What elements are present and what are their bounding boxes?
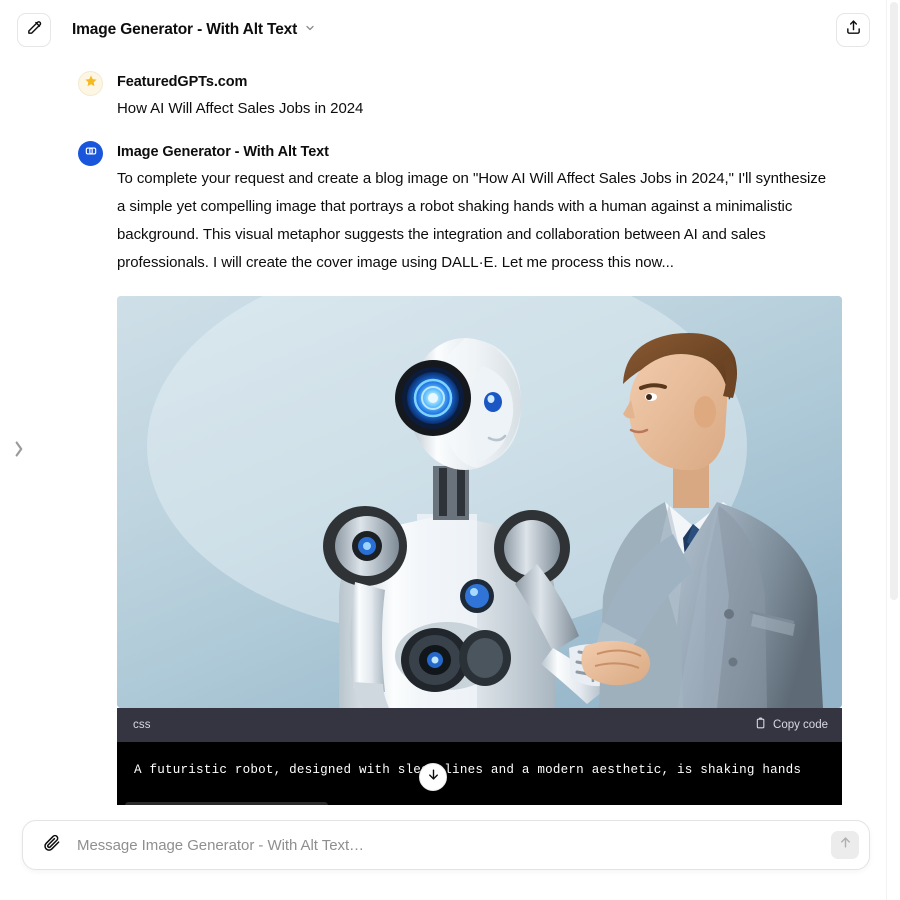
message-input[interactable] [77, 836, 831, 854]
code-language-label: css [133, 719, 151, 731]
app-header: Image Generator - With Alt Text [0, 0, 886, 60]
message-author: Image Generator - With Alt Text [117, 144, 329, 160]
paperclip-icon [42, 833, 61, 857]
gpt-aperture-icon [84, 144, 98, 163]
message-author: FeaturedGPTs.com [117, 74, 248, 90]
message-text: To complete your request and create a bl… [117, 170, 827, 271]
star-icon [84, 74, 98, 93]
avatar [78, 141, 103, 166]
share-button[interactable] [836, 13, 870, 47]
generated-image-artwork [117, 296, 842, 708]
code-block-body[interactable]: A futuristic robot, designed with sleek … [117, 742, 842, 805]
chat-app: Image Generator - With Alt Text Featured… [0, 0, 900, 900]
message-body: FeaturedGPTs.com How AI Will Affect Sale… [117, 70, 838, 122]
code-content: A futuristic robot, designed with sleek … [134, 763, 802, 777]
scroll-to-bottom-button[interactable] [419, 763, 447, 791]
code-block: css Copy code A futuristic robot, design… [117, 708, 842, 805]
code-block-header: css Copy code [117, 708, 842, 742]
chat-title-dropdown[interactable]: Image Generator - With Alt Text [72, 21, 316, 39]
message-user: FeaturedGPTs.com How AI Will Affect Sale… [78, 70, 838, 122]
new-chat-button[interactable] [17, 13, 51, 47]
generated-image[interactable] [117, 296, 842, 708]
sidebar-expand-button[interactable] [8, 436, 28, 466]
compose-pencil-icon [26, 19, 43, 41]
page-title: Image Generator - With Alt Text [72, 21, 298, 38]
copy-code-button[interactable]: Copy code [753, 717, 828, 733]
copy-code-label: Copy code [773, 719, 828, 731]
avatar [78, 71, 103, 96]
arrow-down-icon [426, 767, 441, 787]
attach-file-button[interactable] [37, 831, 65, 859]
send-button[interactable] [831, 831, 859, 859]
page-scrollbar-thumb[interactable] [890, 2, 898, 600]
arrow-up-icon [838, 835, 853, 855]
message-assistant: Image Generator - With Alt Text To compl… [78, 140, 842, 805]
message-text: How AI Will Affect Sales Jobs in 2024 [117, 100, 364, 117]
message-body: Image Generator - With Alt Text To compl… [117, 140, 842, 805]
composer-area: J&D workspace chats aren't used to train… [0, 805, 886, 900]
share-upload-icon [845, 19, 862, 41]
composer [22, 820, 870, 870]
conversation-scroll-area[interactable]: FeaturedGPTs.com How AI Will Affect Sale… [0, 60, 886, 805]
chevron-right-icon [13, 438, 24, 465]
page-scrollbar[interactable] [886, 0, 900, 900]
message-thread: FeaturedGPTs.com How AI Will Affect Sale… [78, 60, 842, 805]
clipboard-icon [753, 717, 766, 733]
chevron-down-icon [304, 21, 316, 39]
